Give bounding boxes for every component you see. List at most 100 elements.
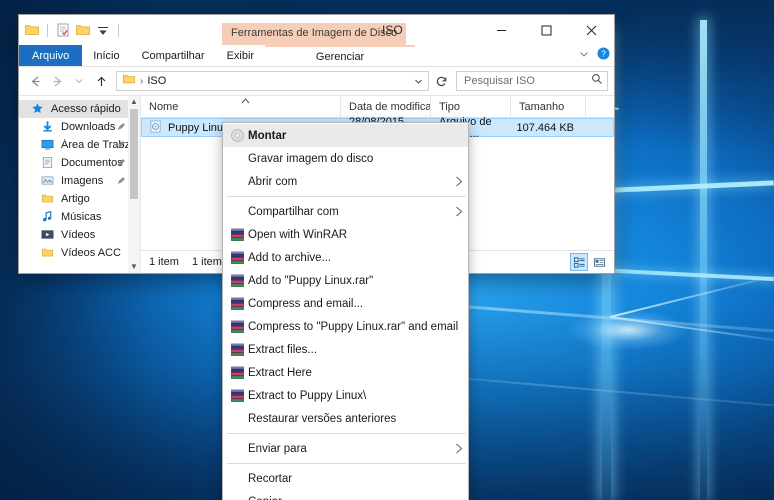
menu-item-enviar-para[interactable]: Enviar para — [223, 437, 468, 460]
blank-icon — [226, 151, 248, 166]
customize-quick-access-icon[interactable] — [95, 22, 111, 38]
scrollbar-thumb[interactable] — [130, 109, 138, 199]
tab-exibir[interactable]: Exibir — [216, 45, 266, 66]
forward-button[interactable] — [47, 70, 67, 92]
menu-item-extract-to-folder[interactable]: Extract to Puppy Linux\ — [223, 384, 468, 407]
menu-item-label: Compress and email... — [248, 297, 364, 310]
menu-item-open-with-winrar[interactable]: Open with WinRAR — [223, 223, 468, 246]
menu-separator — [227, 433, 466, 434]
scroll-down-icon[interactable]: ▼ — [130, 261, 138, 273]
menu-item-add-to-rar[interactable]: Add to "Puppy Linux.rar" — [223, 269, 468, 292]
pin-icon[interactable] — [117, 158, 126, 167]
up-button[interactable] — [91, 70, 111, 92]
sidebar-item-area-de-trabalho[interactable]: Área de Trabz — [19, 136, 140, 154]
sidebar-item-downloads[interactable]: Downloads — [19, 118, 140, 136]
sidebar-item-imagens[interactable]: Imagens — [19, 172, 140, 190]
menu-item-label: Compress to "Puppy Linux.rar" and email — [248, 320, 459, 333]
tab-arquivo[interactable]: Arquivo — [19, 45, 83, 66]
sidebar-item-artigo[interactable]: Artigo — [19, 190, 140, 208]
menu-item-compress-to-rar-and-email[interactable]: Compress to "Puppy Linux.rar" and email — [223, 315, 468, 338]
column-label: Nome — [149, 100, 179, 113]
star-icon — [31, 102, 45, 116]
sidebar-item-label: Documentos — [61, 157, 123, 169]
winrar-icon — [226, 320, 248, 334]
sidebar-item-label: Artigo — [61, 193, 90, 205]
tab-gerenciar[interactable]: Gerenciar — [265, 45, 416, 66]
menu-item-label: Compartilhar com — [248, 205, 339, 218]
blank-icon — [226, 411, 248, 426]
winrar-icon — [226, 366, 248, 380]
search-icon[interactable] — [591, 72, 603, 90]
sidebar-item-acesso-rapido[interactable]: Acesso rápido — [19, 100, 140, 118]
music-icon — [41, 210, 55, 224]
menu-item-extract-here[interactable]: Extract Here — [223, 361, 468, 384]
address-input[interactable]: › ISO — [116, 71, 429, 91]
contextual-tab-header: Ferramentas de Imagem de Disco — [222, 15, 407, 45]
column-header-nome[interactable]: Nome — [141, 96, 341, 117]
blank-icon — [226, 204, 248, 219]
menu-item-label: Enviar para — [248, 442, 307, 455]
large-icons-view-button[interactable] — [590, 253, 608, 271]
window-title: ISO — [382, 23, 403, 37]
menu-item-abrir-com[interactable]: Abrir com — [223, 170, 468, 193]
properties-icon[interactable] — [55, 22, 71, 38]
quick-access-toolbar — [19, 22, 122, 38]
details-view-button[interactable] — [570, 253, 588, 271]
close-button[interactable] — [569, 15, 614, 45]
toolbar-divider — [47, 23, 48, 37]
menu-separator — [227, 463, 466, 464]
file-size-cell: 107.464 KB — [516, 121, 575, 134]
sidebar-item-documentos[interactable]: Documentos — [19, 154, 140, 172]
recent-locations-button[interactable] — [69, 70, 89, 92]
column-header-tamanho[interactable]: Tamanho — [511, 96, 586, 117]
sidebar-item-videos[interactable]: Vídeos — [19, 226, 140, 244]
sidebar-item-label: Vídeos ACC — [61, 247, 121, 259]
desktop: Ferramentas de Imagem de Disco ISO Arqui… — [0, 0, 774, 500]
column-header-data-modificacao[interactable]: Data de modificaç... — [341, 96, 431, 117]
menu-item-recortar[interactable]: Recortar — [223, 467, 468, 490]
maximize-button[interactable] — [524, 15, 569, 45]
menu-item-label: Recortar — [248, 472, 293, 485]
menu-item-extract-files[interactable]: Extract files... — [223, 338, 468, 361]
winrar-icon — [226, 251, 248, 265]
pin-icon[interactable] — [117, 140, 126, 149]
chevron-right-icon — [450, 443, 468, 454]
sidebar-item-label: Downloads — [61, 121, 116, 133]
pin-icon[interactable] — [117, 176, 126, 185]
sidebar-item-musicas[interactable]: Músicas — [19, 208, 140, 226]
menu-item-restaurar-versoes-anteriores[interactable]: Restaurar versões anteriores — [223, 407, 468, 430]
tab-compartilhar[interactable]: Compartilhar — [131, 45, 216, 66]
back-button[interactable] — [25, 70, 45, 92]
pin-icon[interactable] — [117, 122, 126, 131]
menu-item-label: Add to "Puppy Linux.rar" — [248, 274, 374, 287]
contextual-tab-title: Ferramentas de Imagem de Disco — [222, 23, 407, 45]
tab-inicio[interactable]: Início — [82, 45, 130, 66]
search-box[interactable]: Pesquisar ISO — [456, 71, 608, 91]
menu-item-gravar-imagem-do-disco[interactable]: Gravar imagem do disco — [223, 147, 468, 170]
scroll-up-icon[interactable]: ▲ — [130, 96, 138, 108]
folder-icon[interactable] — [24, 22, 40, 38]
help-icon[interactable]: ? — [597, 47, 610, 65]
chevron-down-icon[interactable] — [410, 72, 426, 90]
menu-item-copiar[interactable]: Copiar — [223, 490, 468, 500]
search-input[interactable]: Pesquisar ISO — [464, 75, 591, 87]
wallpaper-window-mullion-vertical-2 — [700, 20, 707, 500]
menu-item-add-to-archive[interactable]: Add to archive... — [223, 246, 468, 269]
winrar-icon — [226, 389, 248, 403]
menu-item-compress-and-email[interactable]: Compress and email... — [223, 292, 468, 315]
minimize-button[interactable] — [479, 15, 524, 45]
menu-item-montar[interactable]: Montar — [223, 124, 468, 147]
refresh-button[interactable] — [431, 71, 451, 91]
new-folder-icon[interactable] — [75, 22, 91, 38]
menu-item-compartilhar-com[interactable]: Compartilhar com — [223, 200, 468, 223]
sort-ascending-icon — [241, 97, 250, 106]
desktop-icon — [41, 138, 55, 152]
navigation-pane-scrollbar[interactable]: ▲ ▼ — [128, 96, 140, 273]
column-header-tipo[interactable]: Tipo — [431, 96, 511, 117]
video-icon — [41, 228, 55, 242]
breadcrumb-item-iso[interactable]: ISO — [147, 75, 166, 87]
winrar-icon — [226, 297, 248, 311]
sidebar-item-videos-acc[interactable]: Vídeos ACC — [19, 244, 140, 262]
chevron-down-icon[interactable] — [578, 47, 590, 65]
menu-item-label: Extract files... — [248, 343, 318, 356]
